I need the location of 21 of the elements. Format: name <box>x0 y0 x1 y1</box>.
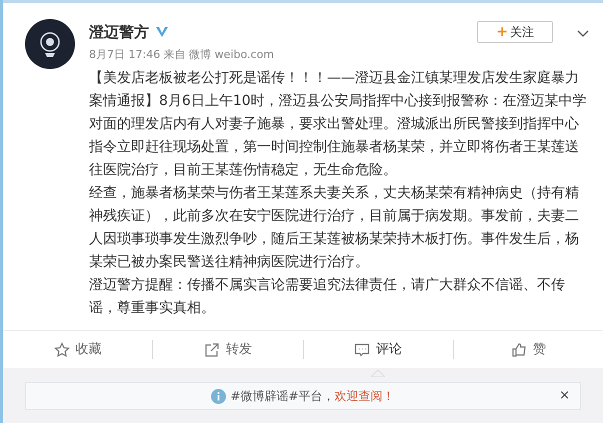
post-paragraph: 澄迈警方提醒：传播不属实言论需要追究法律责任，请广大群众不信谣、不传谣，尊重事实真相。 <box>89 276 566 318</box>
info-icon <box>211 388 226 404</box>
follow-button[interactable]: +关注 <box>477 21 553 43</box>
notice-text: #微博辟谣#平台， <box>230 388 335 405</box>
action-button[interactable]: 收藏 <box>54 340 102 360</box>
comment-icon <box>354 342 370 358</box>
chevron-down-icon[interactable] <box>577 30 589 38</box>
pointer-icon <box>371 370 386 377</box>
share-icon <box>204 342 220 358</box>
action-button[interactable]: 评论 <box>354 340 402 360</box>
post-paragraph: 经查，施暴者杨某荣与伤者王某莲系夫妻关系，丈夫杨某荣有精神病史（持有精神残疾证），此前多次在安宁医院进行治疗，目前属于病发期。事发前，夫妻二人因琐事琐事发生激烈争吵，随后王某莲被杨某荣持木板打伤。事件发生后，杨某荣已被办案民警送往精神病医院进行治疗。 <box>89 184 580 272</box>
post-paragraph: 【美发店老板被老公打死是谣传！！！——澄迈县金江镇某理发店发生家庭暴力案情通报】8月6日上午10时，澄迈县公安局指挥中心接到报警称：在澄迈某中学对面的理发店内有人对妻子施暴，要求出警处理。澄城派出所民警接到指挥中心指令立即赶往现场处置，第一时间控制住施暴者杨某荣，并立即将伤者王某莲送往医院治疗，目前王某莲伤情稳定，无生命危险。 <box>89 69 588 180</box>
action-button[interactable]: 赞 <box>510 340 546 360</box>
star-icon <box>54 342 70 358</box>
thumbs-up-icon <box>510 342 527 358</box>
post-meta: 8月7日 17:46 来自 微博 weibo.com <box>89 46 276 62</box>
close-button[interactable]: × <box>559 386 570 406</box>
avatar[interactable] <box>25 19 75 69</box>
action-button[interactable]: 转发 <box>204 340 252 360</box>
notice-link[interactable]: 欢迎查阅！ <box>334 387 395 405</box>
author-name[interactable]: 澄迈警方 <box>89 21 149 44</box>
